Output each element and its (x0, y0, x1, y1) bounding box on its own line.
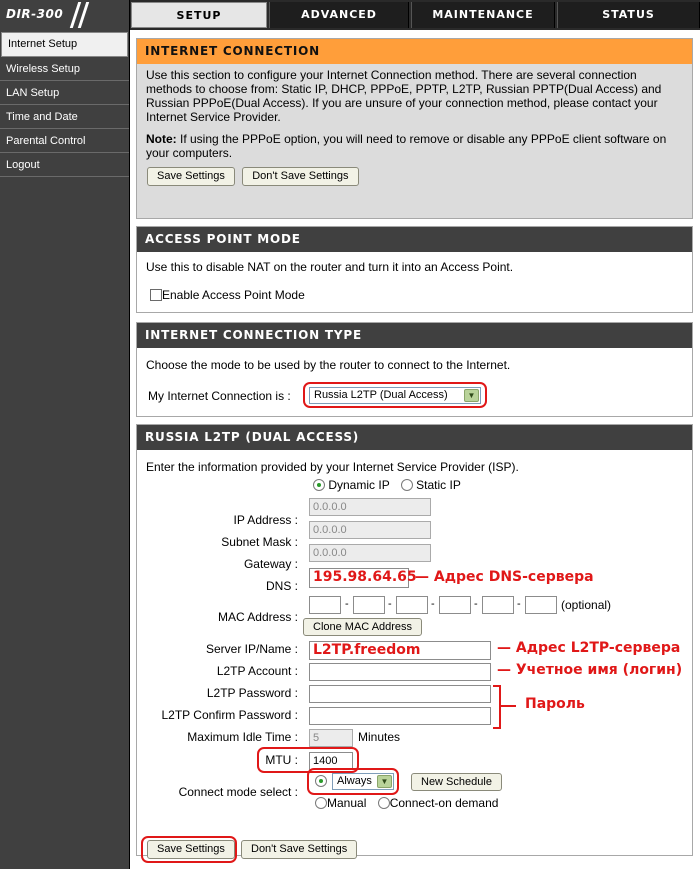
l2tp-description: Enter the information provided by your I… (146, 460, 519, 474)
section-title: INTERNET CONNECTION TYPE (137, 323, 692, 348)
connect-on-demand-radio[interactable] (377, 797, 390, 809)
l2tp-section: RUSSIA L2TP (DUAL ACCESS) Enter the info… (136, 424, 693, 856)
idle-time-label: Maximum Idle Time : (187, 730, 298, 744)
manual-radio[interactable] (315, 797, 327, 809)
access-point-checkbox[interactable] (150, 289, 162, 301)
dns-value: 195.98.64.65 (313, 569, 417, 585)
confirm-password-label: L2TP Confirm Password : (161, 708, 299, 722)
tab-setup[interactable]: SETUP (131, 2, 267, 28)
gateway-field[interactable]: 0.0.0.0 (309, 544, 431, 562)
highlight-ring (303, 382, 487, 408)
static-ip-label: Static IP (416, 478, 461, 492)
account-label: L2TP Account : (216, 664, 298, 678)
section-title: ACCESS POINT MODE (137, 227, 692, 252)
idle-time-field[interactable]: 5 (309, 729, 353, 747)
dns-annotation: — Адрес DNS-сервера (415, 569, 594, 585)
server-annotation: — Адрес L2TP-сервера (497, 640, 681, 656)
mac-separator: - (517, 598, 521, 610)
static-ip-radio[interactable] (400, 479, 413, 491)
dynamic-ip-radio[interactable] (313, 479, 325, 491)
password-label: L2TP Password : (206, 686, 298, 700)
tab-maintenance[interactable]: MAINTENANCE (411, 2, 555, 28)
mac-octet-2[interactable] (353, 596, 385, 614)
sidebar-item-logout[interactable]: Logout (0, 153, 129, 177)
idle-time-unit: Minutes (358, 730, 401, 744)
ip-address-label: IP Address : (233, 513, 298, 527)
tab-status[interactable]: STATUS (557, 2, 700, 28)
mac-octet-1[interactable] (309, 596, 341, 614)
new-schedule-button[interactable]: New Schedule (411, 773, 502, 791)
tab-advanced[interactable]: ADVANCED (269, 2, 409, 28)
section-title: RUSSIA L2TP (DUAL ACCESS) (137, 425, 692, 450)
highlight-ring (141, 836, 237, 863)
sidebar: Internet Setup Wireless Setup LAN Setup … (0, 30, 130, 869)
server-label: Server IP/Name : (205, 642, 298, 656)
ip-mode-group: Dynamic IP Static IP (313, 478, 461, 492)
access-point-checkbox-label: Enable Access Point Mode (162, 288, 305, 302)
subnet-mask-label: Subnet Mask : (221, 535, 298, 549)
dns-label: DNS : (265, 579, 298, 593)
highlight-ring (307, 768, 399, 795)
mac-separator: - (345, 598, 349, 610)
sidebar-item-wireless-setup[interactable]: Wireless Setup (0, 57, 129, 81)
connection-type-label: My Internet Connection is : (148, 389, 291, 403)
mac-separator: - (431, 598, 435, 610)
connect-mode-label: Connect mode select : (178, 785, 298, 799)
server-value: L2TP.freedom (313, 642, 421, 658)
account-field[interactable] (309, 663, 491, 681)
sidebar-item-parental-control[interactable]: Parental Control (0, 129, 129, 153)
logo: DIR-300 (0, 0, 130, 30)
mac-octet-4[interactable] (439, 596, 471, 614)
dns-field[interactable]: 195.98.64.65 (309, 568, 417, 588)
password-field[interactable] (309, 685, 491, 703)
note-text: Note: If using the PPPoE option, you wil… (146, 132, 683, 160)
mac-octet-5[interactable] (482, 596, 514, 614)
mac-octet-6[interactable] (525, 596, 557, 614)
confirm-password-field[interactable] (309, 707, 491, 725)
password-bracket-icon (493, 685, 516, 729)
mac-address-label: MAC Address : (217, 610, 298, 624)
mac-separator: - (388, 598, 392, 610)
main-content: INTERNET CONNECTION Use this section to … (130, 30, 700, 869)
sidebar-item-time-and-date[interactable]: Time and Date (0, 105, 129, 129)
subnet-mask-field[interactable]: 0.0.0.0 (309, 521, 431, 539)
mac-optional-label: (optional) (561, 598, 612, 612)
sidebar-item-lan-setup[interactable]: LAN Setup (0, 81, 129, 105)
dont-save-settings-button[interactable]: Don't Save Settings (241, 840, 358, 859)
section-title: INTERNET CONNECTION (137, 39, 692, 64)
internet-connection-description: Use this section to configure your Inter… (146, 68, 662, 124)
sidebar-item-internet-setup[interactable]: Internet Setup (1, 32, 128, 57)
internet-connection-section: INTERNET CONNECTION Use this section to … (136, 38, 693, 219)
connect-on-demand-label: Connect-on demand (389, 796, 499, 810)
access-point-section: ACCESS POINT MODE Use this to disable NA… (136, 226, 693, 313)
note-body: If using the PPPoE option, you will need… (146, 132, 667, 160)
top-navigation-bar: DIR-300 SETUP ADVANCED MAINTENANCE STATU… (0, 0, 700, 30)
connect-mode-options: Manual Connect-on demand (315, 796, 498, 810)
mac-octet-3[interactable] (396, 596, 428, 614)
connection-type-section: INTERNET CONNECTION TYPE Choose the mode… (136, 322, 693, 417)
account-annotation: — Учетное имя (логин) (497, 662, 683, 678)
access-point-description: Use this to disable NAT on the router an… (146, 260, 514, 274)
clone-mac-button[interactable]: Clone MAC Address (303, 618, 423, 636)
gateway-label: Gateway : (243, 557, 298, 571)
manual-label: Manual (327, 796, 367, 810)
dynamic-ip-label: Dynamic IP (328, 478, 390, 492)
save-settings-button[interactable]: Save Settings (147, 167, 235, 186)
dont-save-settings-button[interactable]: Don't Save Settings (242, 167, 359, 186)
connection-type-description: Choose the mode to be used by the router… (146, 358, 511, 372)
note-label: Note: (146, 132, 177, 146)
ip-address-field[interactable]: 0.0.0.0 (309, 498, 431, 516)
access-point-option: Enable Access Point Mode (150, 288, 683, 302)
server-field[interactable]: L2TP.freedom (309, 641, 491, 660)
mac-separator: - (474, 598, 478, 610)
password-annotation: Пароль (525, 696, 585, 712)
logo-text: DIR-300 (6, 7, 64, 21)
